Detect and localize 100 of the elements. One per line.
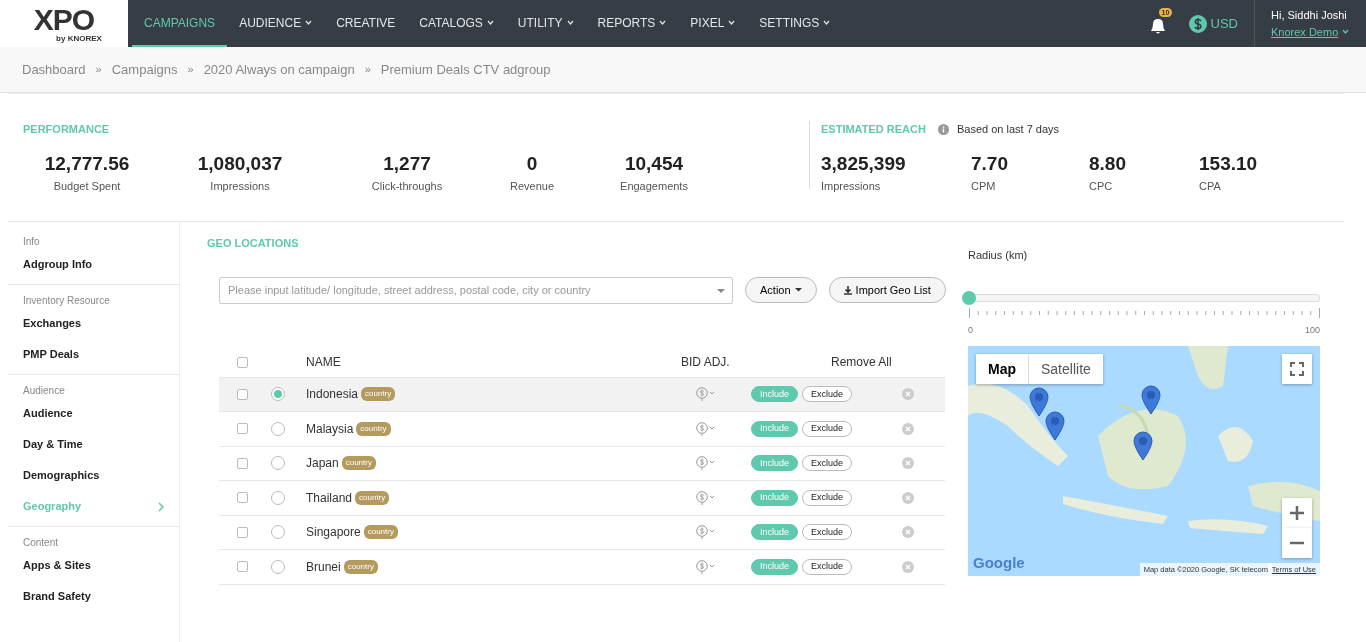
download-icon [843,285,852,295]
row-checkbox[interactable] [237,423,248,435]
search-field[interactable]: Please input latitude/ longitude, street address, postal code, city or country [219,276,733,304]
remove-icon[interactable] [902,422,915,435]
bid-adjust-icon[interactable] [696,490,715,505]
bid-adjust-icon[interactable] [696,456,715,471]
metric-value: 3,825,399 [821,153,907,175]
map-logo: Google [973,552,1025,573]
slider-thumb[interactable] [962,290,976,305]
nav-tab[interactable]: UTILITY [505,0,586,47]
minus-icon [1290,541,1304,545]
exclude-button[interactable]: Exclude [802,489,853,506]
type-tag: country [363,525,398,540]
sidebar-heading: Inventory Resource [22,294,111,308]
row-checkbox[interactable] [237,526,248,538]
type-tag: country [343,559,378,574]
bid-adjust-icon[interactable] [696,525,715,540]
remove-icon[interactable] [902,526,915,539]
metric-label: Engagements [619,179,689,195]
section-title: PERFORMANCE [23,122,111,137]
type-tag: country [355,490,390,505]
row-checkbox[interactable] [237,457,248,469]
type-tag: country [341,456,376,471]
plus-icon [1290,506,1304,520]
row-checkbox[interactable] [237,388,248,400]
location-name: Malaysia [306,420,354,438]
metric-label: CPM [971,179,997,195]
exclude-button[interactable]: Exclude [802,558,853,575]
nav-tab[interactable]: SETTINGS [747,0,843,47]
column-header: NAME [306,354,342,371]
map-pin-icon[interactable] [1044,410,1066,441]
sidebar-item[interactable]: Brand Safety [8,581,179,612]
zoom-in-button[interactable] [1282,498,1312,528]
action-button[interactable]: Action [745,277,817,303]
remove-icon[interactable] [902,457,915,470]
location-name: Japan [306,455,339,473]
bid-adjust-icon[interactable] [696,559,715,574]
dropdown-icon[interactable] [717,288,725,293]
metric-value: 0 [525,153,539,175]
exclude-button[interactable]: Exclude [802,386,853,403]
remove-all-link[interactable]: Remove All [831,353,892,371]
account-menu[interactable]: Knorex Demo [1271,23,1350,40]
fullscreen-button[interactable] [1282,354,1312,384]
currency-label[interactable]: USD [1210,13,1238,34]
exclude-button[interactable]: Exclude [802,455,853,472]
radio-button[interactable] [271,387,285,402]
metric-value: 1,080,037 [196,153,284,175]
bid-adjust-icon[interactable] [696,387,715,402]
exclude-button[interactable]: Exclude [802,420,853,437]
sidebar-item[interactable]: Audience [8,398,179,429]
sidebar-item[interactable]: Apps & Sites [8,550,179,581]
radio-button[interactable] [271,421,285,436]
sidebar-heading: Content [22,536,60,550]
import-button[interactable]: Import Geo List [828,277,946,303]
location-name: Thailand [306,489,353,507]
section-title: GEO LOCATIONS [207,236,300,251]
sidebar-item[interactable]: Adgroup Info [8,249,179,280]
map-type-tab[interactable]: Map [976,354,1028,384]
row-checkbox[interactable] [237,561,248,573]
sidebar-item[interactable]: PMP Deals [8,339,179,370]
info-icon[interactable] [937,123,949,135]
breadcrumb-link[interactable]: Campaigns [111,59,178,80]
metric-label: Revenue [508,179,555,195]
map-pin-icon[interactable] [1132,430,1154,461]
remove-icon[interactable] [902,560,915,573]
sidebar-heading: Info [22,235,41,249]
radio-button[interactable] [271,456,285,471]
nav-tab[interactable]: AUDIENCE [227,0,325,47]
radio-button[interactable] [271,559,285,574]
metric-label: Impressions [209,179,271,195]
metric-value: 8.80 [1089,153,1127,175]
map-pin-icon[interactable] [1140,384,1162,415]
radio-button[interactable] [271,525,285,540]
slider-max: 100 [1304,323,1320,337]
select-all-checkbox[interactable] [237,356,248,368]
logo[interactable]: XPO [33,4,95,35]
metric-label: Budget Spent [52,179,122,195]
nav-tab[interactable]: CATALOGS [407,0,506,47]
row-checkbox[interactable] [237,492,248,504]
metric-label: Impressions [821,179,882,195]
remove-icon[interactable] [902,491,915,504]
map-type-tab[interactable]: Satellite [1028,354,1103,384]
map-pin-icon[interactable] [1028,386,1050,417]
user-greeting: Hi, Siddhi Joshi [1271,8,1348,23]
bell-icon[interactable] [1150,18,1165,35]
zoom-out-button[interactable] [1282,528,1312,558]
sidebar-item[interactable]: Demographics [8,460,179,491]
type-tag: country [356,421,391,436]
nav-tab[interactable]: REPORTS [585,0,679,47]
sidebar-item[interactable]: Day & Time [8,429,179,460]
caret-icon [1342,29,1350,35]
section-title: ESTIMATED REACH [821,122,926,137]
exclude-button[interactable]: Exclude [802,524,853,541]
nav-tab[interactable]: CREATIVE [324,0,408,47]
remove-icon[interactable] [902,388,915,401]
column-header: BID ADJ. [681,354,731,371]
nav-tab[interactable]: PIXEL [678,0,748,47]
radio-button[interactable] [271,490,285,505]
bid-adjust-icon[interactable] [696,421,715,436]
sidebar-item[interactable]: Exchanges [8,308,179,339]
